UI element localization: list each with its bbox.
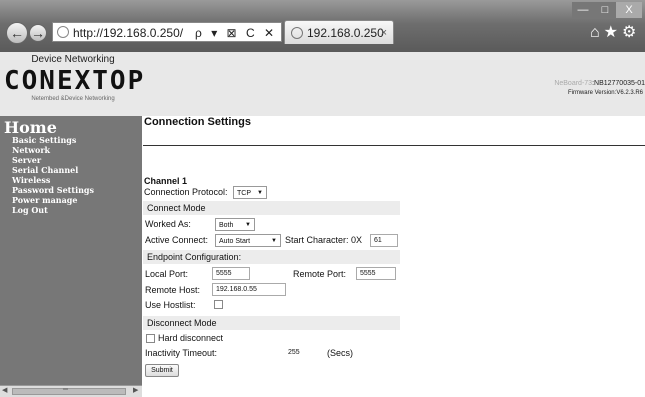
sidebar-item-wireless[interactable]: Wireless: [12, 175, 50, 185]
use-hostlist-label: Use Hostlist:: [145, 300, 196, 310]
sidebar-item-power-manage[interactable]: Power manage: [12, 195, 77, 205]
hard-disconnect-label: Hard disconnect: [158, 333, 224, 343]
active-connect-label: Active Connect:: [145, 235, 209, 245]
protocol-label: Connection Protocol:: [144, 187, 228, 197]
forward-button[interactable]: →: [29, 24, 47, 42]
page-title: Connection Settings: [144, 116, 251, 128]
active-connect-value: Auto Start: [219, 238, 251, 245]
worked-as-value: Both: [219, 222, 234, 229]
scrollbar-grip-icon: ═: [63, 386, 68, 393]
horizontal-scrollbar[interactable]: ◀ ═ ▶: [0, 385, 142, 397]
scroll-left-icon[interactable]: ◀: [2, 386, 7, 394]
start-character-input[interactable]: 61: [370, 234, 398, 247]
tab-page-icon: [291, 27, 303, 39]
back-button[interactable]: ←: [6, 22, 28, 44]
address-tools[interactable]: ρ ▾ ⊠ C ✕: [195, 23, 277, 43]
sidebar-item-serial-channel[interactable]: Serial Channel: [12, 165, 78, 175]
inactivity-timeout-input[interactable]: 255: [284, 346, 324, 359]
board-model: NeBoard-73: [554, 80, 593, 87]
page-header: Device Networking CONEXTOP Netembed &Dev…: [0, 52, 645, 116]
worked-as-label: Worked As:: [145, 219, 191, 229]
worked-as-select[interactable]: Both ▼: [215, 218, 255, 231]
sidebar-item-server[interactable]: Server: [12, 155, 41, 165]
channel-title: Channel 1: [144, 176, 188, 186]
home-star-gear-icons[interactable]: ⌂★⚙: [590, 22, 640, 42]
tab-title: 192.168.0.250: [307, 26, 384, 40]
back-arrow-icon: ←: [10, 25, 24, 41]
board-info: NeBoard-73:NB12770035-01: [554, 80, 645, 87]
sidebar-item-basic-settings[interactable]: Basic Settings: [12, 135, 76, 145]
board-id: :NB12770035-01: [592, 80, 645, 87]
address-bar[interactable]: http://192.168.0.250/ ρ ▾ ⊠ C ✕: [52, 22, 282, 42]
brand-subtitle: Device Networking: [31, 54, 115, 65]
page-icon: [57, 26, 69, 38]
firmware-version: Firmware Version:V6.2.3.R6: [567, 90, 643, 96]
browser-tab[interactable]: 192.168.0.250 ×: [284, 20, 394, 44]
remote-host-input[interactable]: 192.168.0.55: [212, 283, 286, 296]
sidebar: Home Basic Settings Network Server Seria…: [0, 116, 142, 385]
use-hostlist-checkbox[interactable]: [214, 300, 223, 309]
inactivity-unit: (Secs): [327, 348, 354, 358]
minimize-button[interactable]: —: [572, 2, 594, 18]
protocol-select[interactable]: TCP ▼: [233, 186, 267, 199]
brand-tagline: Netembed &Device Networking: [31, 96, 115, 102]
sidebar-item-log-out[interactable]: Log Out: [12, 205, 48, 215]
scroll-right-icon[interactable]: ▶: [133, 386, 138, 394]
inactivity-timeout-label: Inactivity Timeout:: [145, 348, 218, 358]
remote-host-label: Remote Host:: [145, 285, 201, 295]
forward-arrow-icon: →: [31, 25, 45, 41]
browser-chrome: ← → http://192.168.0.250/ ρ ▾ ⊠ C ✕ 192.…: [0, 0, 645, 52]
chevron-down-icon: ▼: [245, 222, 251, 228]
remote-port-input[interactable]: 5555: [356, 267, 396, 280]
submit-button[interactable]: Submit: [145, 364, 179, 377]
local-port-label: Local Port:: [145, 269, 189, 279]
endpoint-config-header: Endpoint Configuration:: [143, 250, 400, 264]
chevron-down-icon: ▼: [271, 238, 277, 244]
remote-port-label: Remote Port:: [293, 269, 347, 279]
close-window-button[interactable]: X: [616, 2, 642, 18]
disconnect-mode-header: Disconnect Mode: [143, 316, 400, 330]
chevron-down-icon: ▼: [257, 190, 263, 196]
tab-close-icon[interactable]: ×: [381, 21, 387, 45]
maximize-button[interactable]: □: [594, 2, 616, 18]
address-url: http://192.168.0.250/: [73, 26, 184, 40]
active-connect-select[interactable]: Auto Start ▼: [215, 234, 281, 247]
connect-mode-header: Connect Mode: [143, 201, 400, 215]
brand-logo: CONEXTOP: [4, 66, 146, 96]
hard-disconnect-checkbox[interactable]: [146, 334, 155, 343]
scrollbar-thumb[interactable]: ═: [12, 386, 126, 395]
local-port-input[interactable]: 5555: [212, 267, 250, 280]
sidebar-item-password-settings[interactable]: Password Settings: [12, 185, 94, 195]
start-character-label: Start Character: 0X: [285, 235, 363, 245]
sidebar-item-network[interactable]: Network: [12, 145, 50, 155]
protocol-value: TCP: [237, 190, 251, 197]
title-divider: [143, 145, 645, 146]
